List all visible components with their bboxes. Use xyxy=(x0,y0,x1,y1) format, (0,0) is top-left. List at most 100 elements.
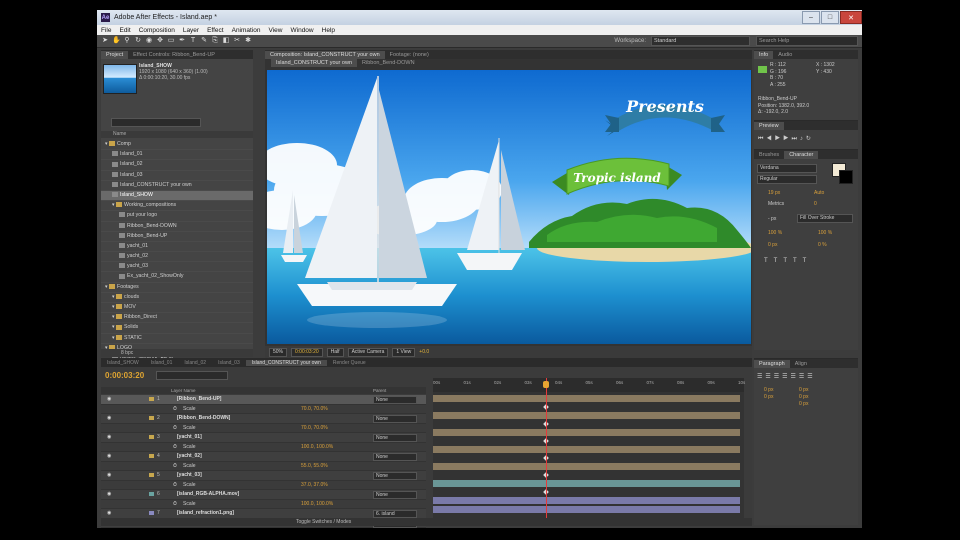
property-value[interactable]: 37.0, 37.0% xyxy=(301,481,328,490)
stroke-mode-dropdown[interactable]: Fill Over Stroke xyxy=(797,214,853,223)
rotate-tool-icon[interactable]: ↻ xyxy=(134,37,142,45)
label-color-icon[interactable] xyxy=(149,416,154,420)
timeline-tab[interactable]: Island_CONSTRUCT your own xyxy=(245,359,327,366)
tab-composition[interactable]: Composition: Island_CONSTRUCT your own xyxy=(265,50,385,59)
property-row[interactable]: ⏱ Scale 70.0, 70.0% xyxy=(101,405,426,414)
project-item[interactable]: Island_SHOW xyxy=(101,190,253,202)
menu-window[interactable]: Window xyxy=(287,27,318,34)
parent-dropdown[interactable]: None xyxy=(373,491,417,499)
horizontal-scale-value[interactable]: 100 % xyxy=(818,230,832,236)
resolution-dropdown[interactable]: Half xyxy=(326,347,344,357)
property-value[interactable]: 70.0, 70.0% xyxy=(301,424,328,433)
layer-duration-bar[interactable] xyxy=(433,463,740,470)
tab-brushes[interactable]: Brushes xyxy=(754,151,784,159)
project-search-input[interactable] xyxy=(111,118,201,127)
brush-tool-icon[interactable]: ✎ xyxy=(200,37,208,45)
parent-dropdown[interactable]: 6. island xyxy=(373,510,417,518)
label-color-icon[interactable] xyxy=(149,454,154,458)
label-color-icon[interactable] xyxy=(149,397,154,401)
project-column-name[interactable]: Name xyxy=(101,131,253,138)
stopwatch-icon[interactable]: ⏱ xyxy=(173,481,177,490)
project-item[interactable]: Island_03 xyxy=(101,171,253,181)
menu-layer[interactable]: Layer xyxy=(179,27,203,34)
property-value[interactable]: 55.0, 55.0% xyxy=(301,462,328,471)
parent-dropdown[interactable]: None xyxy=(373,415,417,423)
type-tool-icon[interactable]: T xyxy=(189,37,197,45)
layer-name[interactable]: [Ribbon_Bend-UP] xyxy=(177,395,221,404)
visibility-eye-icon[interactable]: ◉ xyxy=(107,414,111,423)
parent-dropdown[interactable]: None xyxy=(373,396,417,404)
property-value[interactable]: 100.0, 100.0% xyxy=(301,443,333,452)
layer-row[interactable]: ◉ 6 [island_RGB-ALPHA.mov] None xyxy=(101,490,426,500)
comp-subtab-construct[interactable]: Island_CONSTRUCT your own xyxy=(271,59,358,67)
project-item[interactable]: Ex_yacht_02_ShowOnly xyxy=(101,272,253,283)
time-ruler[interactable]: 00s 01s 02s 03s 04s 05s 06s 07s 08s 09s 10s xyxy=(433,378,745,392)
indent-first-value[interactable]: 0 px xyxy=(764,394,773,401)
layer-name-column[interactable]: Layer Name xyxy=(171,388,196,393)
keyframe-track[interactable] xyxy=(433,403,740,411)
project-item[interactable]: ▾ Ribbon_Direct xyxy=(101,313,253,324)
views-dropdown[interactable]: 1 View xyxy=(392,347,416,357)
tab-info[interactable]: Info xyxy=(754,50,774,59)
layer-duration-bar[interactable] xyxy=(433,480,740,487)
playhead-line[interactable] xyxy=(546,378,547,518)
property-row[interactable]: ⏱ Scale 100.0, 100.0% xyxy=(101,443,426,452)
stopwatch-icon[interactable]: ⏱ xyxy=(173,500,177,509)
layer-duration-bar[interactable] xyxy=(433,505,740,513)
playhead-handle[interactable] xyxy=(543,381,549,388)
layer-row[interactable]: ◉ 3 [yacht_01] None xyxy=(101,433,426,443)
font-size-value[interactable]: 19 px xyxy=(768,190,780,196)
indent-right-value[interactable]: 0 px xyxy=(799,387,808,394)
label-color-icon[interactable] xyxy=(149,511,154,515)
layer-duration-bar[interactable] xyxy=(433,446,740,453)
project-item[interactable]: Island_CONSTRUCT your own xyxy=(101,181,253,191)
stroke-color-swatch[interactable] xyxy=(839,170,853,184)
maximize-button[interactable]: □ xyxy=(821,11,839,24)
vertical-scale-value[interactable]: 100 % xyxy=(768,230,782,236)
menu-animation[interactable]: Animation xyxy=(228,27,265,34)
visibility-eye-icon[interactable]: ◉ xyxy=(107,471,111,480)
puppet-tool-icon[interactable]: ✱ xyxy=(244,37,252,45)
property-value[interactable]: 70.0, 70.0% xyxy=(301,405,328,414)
timeline-tab[interactable]: Island_SHOW xyxy=(101,360,145,366)
label-color-icon[interactable] xyxy=(149,435,154,439)
parent-dropdown[interactable]: None xyxy=(373,472,417,480)
visibility-eye-icon[interactable]: ◉ xyxy=(107,395,111,404)
pan-behind-tool-icon[interactable]: ✥ xyxy=(156,37,164,45)
menu-edit[interactable]: Edit xyxy=(115,27,134,34)
zoom-tool-icon[interactable]: ⚲ xyxy=(123,37,131,45)
project-item[interactable]: ▾ Footages xyxy=(101,283,253,293)
close-button[interactable]: ✕ xyxy=(840,11,862,24)
camera-tool-icon[interactable]: ◉ xyxy=(145,37,153,45)
layer-name[interactable]: [island_refraction1.png] xyxy=(177,509,234,518)
alignment-buttons[interactable]: ☰☰☰☰☰☰☰ xyxy=(757,373,816,380)
play-icon[interactable]: ▶ xyxy=(775,136,783,142)
project-item[interactable]: ▾ STATIC xyxy=(101,334,253,344)
project-item[interactable]: yacht_02 xyxy=(101,252,253,263)
kerning-value[interactable]: Metrics xyxy=(768,201,784,207)
space-before-value[interactable]: 0 px xyxy=(799,394,808,401)
project-item[interactable]: ▾ MOV xyxy=(101,303,253,314)
timeline-graph[interactable]: 00s 01s 02s 03s 04s 05s 06s 07s 08s 09s 10s xyxy=(433,378,745,518)
current-time[interactable]: 0:00:03:20 xyxy=(105,371,144,380)
clone-tool-icon[interactable]: ⎘ xyxy=(211,37,219,45)
baseline-shift-value[interactable]: 0 px xyxy=(768,242,777,248)
layer-name[interactable]: [Ribbon_Bend-DOWN] xyxy=(177,414,230,423)
comp-timecode[interactable]: 0:00:03:20 xyxy=(291,347,323,357)
project-item[interactable]: Ribbon_Bend-UP xyxy=(101,232,253,242)
parent-dropdown[interactable]: None xyxy=(373,434,417,442)
last-frame-icon[interactable]: ⏭ xyxy=(791,136,799,142)
pen-tool-icon[interactable]: ✒ xyxy=(178,37,186,45)
hand-tool-icon[interactable]: ✋ xyxy=(112,37,121,45)
project-item[interactable]: Ribbon_Bend-DOWN xyxy=(101,222,253,232)
layer-row[interactable]: ◉ 4 [yacht_02] None xyxy=(101,452,426,462)
tab-preview[interactable]: Preview xyxy=(754,121,784,130)
project-item[interactable]: put your logo xyxy=(101,211,253,222)
menu-help[interactable]: Help xyxy=(318,27,339,34)
layer-name[interactable]: [yacht_01] xyxy=(177,433,202,442)
roto-tool-icon[interactable]: ✂ xyxy=(233,37,241,45)
bit-depth-button[interactable]: 8 bpc xyxy=(121,350,133,356)
project-item[interactable]: ▾ Comp xyxy=(101,140,253,151)
comp-subtab-ribbon-down[interactable]: Ribbon_Bend-DOWN xyxy=(357,59,420,67)
minimize-button[interactable]: – xyxy=(802,11,820,24)
